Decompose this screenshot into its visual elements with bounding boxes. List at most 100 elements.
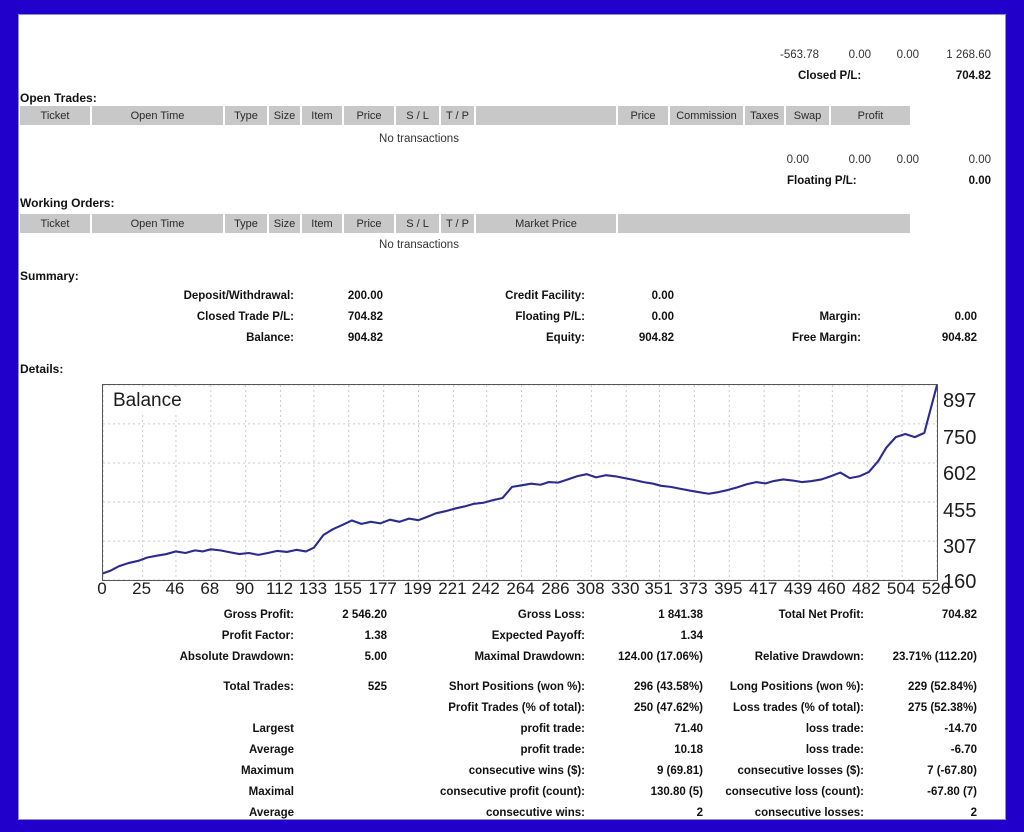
stats-label-gross-loss: Gross Loss: — [517, 609, 585, 621]
stats-value-gross-profit: 2 546.20 — [342, 609, 387, 621]
x-tick-1: 25 — [132, 579, 152, 598]
x-tick-10: 221 — [438, 579, 467, 598]
col-commission[interactable]: Commission — [670, 106, 745, 125]
x-tick-11: 242 — [471, 579, 500, 598]
summary-label-deposit: Deposit/Withdrawal: — [183, 290, 294, 302]
balance-chart[interactable]: Balance — [102, 384, 938, 581]
stats-label-expected-payoff: Expected Payoff: — [491, 630, 585, 642]
chart-series-balance — [103, 385, 937, 575]
wo-col-item[interactable]: Item — [302, 214, 344, 233]
report-sheet: -563.78 0.00 0.00 1 268.60 Closed P/L: 7… — [19, 15, 1005, 819]
col-taxes[interactable]: Taxes — [745, 106, 786, 125]
col-type[interactable]: Type — [225, 106, 269, 125]
closed-strip-value-0: -563.78 — [779, 49, 819, 61]
open-trades-title: Open Trades: — [20, 91, 97, 105]
chart-title-balance: Balance — [111, 390, 184, 412]
x-tick-20: 439 — [783, 579, 813, 598]
wo-col-open-time[interactable]: Open Time — [92, 214, 225, 233]
wo-col-price[interactable]: Price — [344, 214, 396, 233]
x-tick-22: 482 — [852, 579, 881, 598]
trade-value-loss-trades: 275 (52.38%) — [907, 702, 977, 714]
col-open-time[interactable]: Open Time — [92, 106, 225, 125]
x-tick-18: 395 — [714, 579, 743, 598]
summary-label-equity: Equity: — [546, 332, 585, 344]
extreme-right-value-average-trade: -6.70 — [950, 744, 977, 756]
summary-label-free-margin: Free Margin: — [791, 332, 861, 344]
wo-col-size[interactable]: Size — [269, 214, 302, 233]
open-trades-empty-text: No transactions — [379, 133, 459, 145]
col-profit[interactable]: Profit — [831, 106, 910, 125]
chart-gridlines — [103, 385, 937, 580]
closed-pl-number-strip: -563.78 0.00 0.00 1 268.60 — [709, 49, 991, 65]
x-tick-9: 199 — [403, 579, 432, 598]
extreme-left-value-maximum: 9 (69.81) — [656, 765, 703, 777]
extreme-right-label-largest: loss trade: — [805, 723, 864, 735]
stats-label-total-net-profit: Total Net Profit: — [778, 609, 864, 621]
extreme-right-value-average-consecutive: 2 — [970, 807, 977, 819]
summary-value-free-margin: 904.82 — [941, 332, 977, 344]
stats-value-relative-drawdown: 23.71% (112.20) — [892, 651, 977, 663]
extreme-right-value-largest: -14.70 — [944, 723, 977, 735]
trade-label-profit-trades: Profit Trades (% of total): — [448, 702, 585, 714]
extreme-group-maximum: Maximum — [240, 765, 294, 777]
extreme-group-average-trade: Average — [249, 744, 294, 756]
trade-value-short-positions: 296 (43.58%) — [633, 681, 703, 693]
col-tp[interactable]: T / P — [441, 106, 476, 125]
floating-pl-value: 0.00 — [968, 175, 991, 187]
working-orders-header-row: Ticket Open Time Type Size Item Price S … — [20, 214, 910, 233]
stats-label-maximal-drawdown: Maximal Drawdown: — [474, 651, 585, 663]
extreme-group-average-consecutive: Average — [249, 807, 294, 819]
extreme-left-label-largest: profit trade: — [520, 723, 585, 735]
col-ticket[interactable]: Ticket — [20, 106, 92, 125]
x-tick-23: 504 — [886, 579, 916, 598]
col-item[interactable]: Item — [302, 106, 344, 125]
floating-pl-number-strip: 0.00 0.00 0.00 0.00 — [709, 154, 991, 170]
col-size[interactable]: Size — [269, 106, 302, 125]
summary-title: Summary: — [20, 269, 79, 283]
floating-strip-value-0: 0.00 — [786, 154, 809, 166]
col-swap[interactable]: Swap — [786, 106, 831, 125]
trade-value-profit-trades: 250 (47.62%) — [633, 702, 703, 714]
wo-col-market-price[interactable]: Market Price — [476, 214, 618, 233]
summary-value-credit-facility: 0.00 — [651, 290, 674, 302]
trade-value-total-trades: 525 — [367, 681, 387, 693]
x-tick-7: 155 — [333, 579, 362, 598]
summary-label-balance: Balance: — [246, 332, 294, 344]
trade-label-total-trades: Total Trades: — [223, 681, 294, 693]
stats-value-total-net-profit: 704.82 — [941, 609, 977, 621]
closed-pl-label: Closed P/L: — [798, 70, 862, 82]
stats-value-absolute-drawdown: 5.00 — [364, 651, 387, 663]
x-tick-14: 308 — [576, 579, 605, 598]
x-tick-8: 177 — [368, 579, 397, 598]
summary-label-margin: Margin: — [819, 311, 861, 323]
col-sl[interactable]: S / L — [396, 106, 441, 125]
stats-value-profit-factor: 1.38 — [364, 630, 387, 642]
y-tick-3: 455 — [943, 500, 977, 522]
extreme-right-label-maximal: consecutive loss (count): — [725, 786, 864, 798]
col-spacer — [476, 106, 618, 125]
trade-label-loss-trades: Loss trades (% of total): — [733, 702, 864, 714]
wo-col-tp[interactable]: T / P — [441, 214, 476, 233]
open-trades-header-row: Ticket Open Time Type Size Item Price S … — [20, 106, 910, 125]
extreme-left-value-maximal: 130.80 (5) — [650, 786, 703, 798]
y-tick-0: 897 — [943, 390, 977, 412]
col-close-price[interactable]: Price — [618, 106, 670, 125]
trade-value-long-positions: 229 (52.84%) — [907, 681, 977, 693]
trade-label-short-positions: Short Positions (won %): — [448, 681, 585, 693]
col-price[interactable]: Price — [344, 106, 396, 125]
closed-pl-value: 704.82 — [955, 70, 991, 82]
x-tick-0: 0 — [97, 579, 107, 598]
summary-value-equity: 904.82 — [638, 332, 674, 344]
extreme-right-label-maximum: consecutive losses ($): — [737, 765, 864, 777]
summary-value-margin: 0.00 — [954, 311, 977, 323]
wo-col-sl[interactable]: S / L — [396, 214, 441, 233]
summary-value-balance: 904.82 — [347, 332, 383, 344]
wo-col-type[interactable]: Type — [225, 214, 269, 233]
x-tick-5: 112 — [266, 579, 294, 598]
trade-label-long-positions: Long Positions (won %): — [729, 681, 864, 693]
floating-strip-value-2: 0.00 — [896, 154, 919, 166]
wo-col-ticket[interactable]: Ticket — [20, 214, 92, 233]
y-tick-1: 750 — [943, 427, 977, 449]
chart-plot-svg — [103, 385, 937, 580]
closed-strip-value-3: 1 268.60 — [946, 49, 991, 61]
